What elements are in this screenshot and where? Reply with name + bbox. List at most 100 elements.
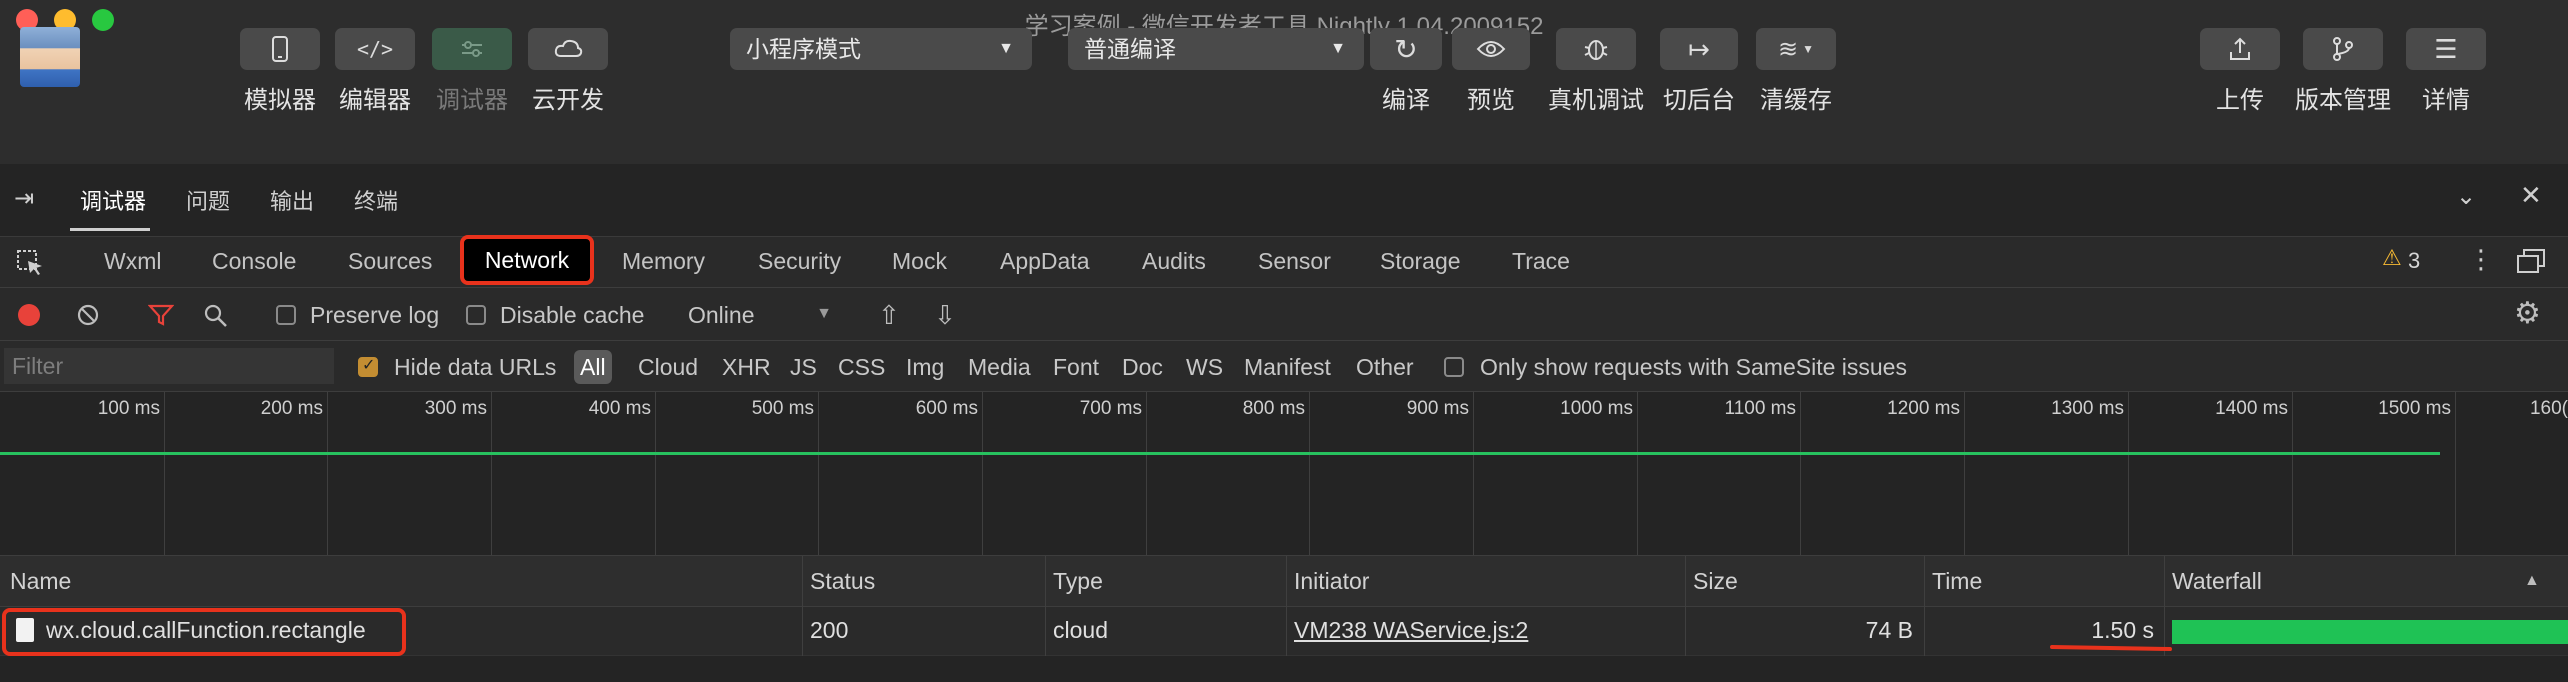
tab-debugger[interactable]: 调试器 <box>80 184 146 216</box>
tab-problems[interactable]: 问题 <box>186 184 230 216</box>
real-device-debug-button[interactable] <box>1556 28 1636 70</box>
filter-input[interactable] <box>4 348 334 384</box>
dock-side-icon[interactable]: ⇥ <box>14 184 34 213</box>
close-icon[interactable]: ✕ <box>2520 180 2542 211</box>
tab-sources[interactable]: Sources <box>348 248 432 275</box>
timeline-tick-label: 200 ms <box>260 398 323 419</box>
column-initiator[interactable]: Initiator <box>1294 568 1369 595</box>
preserve-log-checkbox[interactable] <box>276 305 296 325</box>
column-waterfall[interactable]: Waterfall <box>2172 568 2262 595</box>
export-har-icon[interactable]: ⇩ <box>934 300 956 331</box>
filter-type-css[interactable]: CSS <box>838 354 885 381</box>
filter-type-ws[interactable]: WS <box>1186 354 1223 381</box>
tab-sensor[interactable]: Sensor <box>1258 248 1331 275</box>
column-name[interactable]: Name <box>10 568 71 595</box>
tab-memory[interactable]: Memory <box>622 248 705 275</box>
import-har-icon[interactable]: ⇧ <box>878 300 900 331</box>
filter-type-media[interactable]: Media <box>968 354 1031 381</box>
filter-type-font[interactable]: Font <box>1053 354 1099 381</box>
timeline-tick-label: 1400 ms <box>2215 398 2288 419</box>
disable-cache-checkbox[interactable] <box>466 305 486 325</box>
timeline-tick-label: 300 ms <box>424 398 487 419</box>
debugger-button[interactable] <box>432 28 512 70</box>
timeline-tick-label: 100 ms <box>97 398 160 419</box>
tab-output[interactable]: 输出 <box>270 184 314 216</box>
mode-select-value: 小程序模式 <box>746 36 861 62</box>
timeline-gridline <box>327 392 328 555</box>
phone-icon <box>272 36 288 62</box>
collapse-icon[interactable]: ⌄ <box>2456 182 2476 211</box>
column-status[interactable]: Status <box>810 568 875 595</box>
inspect-element-icon[interactable] <box>16 249 44 277</box>
waterfall-timing-bar[interactable] <box>2172 620 2568 644</box>
column-size[interactable]: Size <box>1693 568 1738 595</box>
tab-terminal[interactable]: 终端 <box>354 184 398 216</box>
debugger-label: 调试器 <box>436 87 508 114</box>
version-management-button[interactable] <box>2303 28 2383 70</box>
background-button[interactable]: ↦ <box>1660 28 1738 70</box>
filter-type-cloud[interactable]: Cloud <box>638 354 698 381</box>
avatar[interactable] <box>20 27 80 87</box>
upload-button[interactable] <box>2200 28 2280 70</box>
clear-cache-button[interactable]: ≋ ▼ <box>1756 28 1836 70</box>
settings-gear-icon[interactable]: ⚙ <box>2514 296 2541 331</box>
preview-button[interactable] <box>1452 28 1530 70</box>
simulator-label: 模拟器 <box>244 87 316 114</box>
clear-cache-label: 清缓存 <box>1760 87 1832 114</box>
timeline-tick-label: 900 ms <box>1406 398 1469 419</box>
mode-select[interactable]: 小程序模式 ▼ <box>730 28 1032 70</box>
sliders-icon <box>462 41 482 57</box>
samesite-checkbox[interactable] <box>1444 357 1464 377</box>
warning-icon[interactable]: ⚠ <box>2382 245 2402 271</box>
tab-network[interactable]: Network <box>460 235 594 285</box>
column-type[interactable]: Type <box>1053 568 1103 595</box>
compile-button[interactable]: ↻ <box>1370 28 1442 70</box>
filter-type-other[interactable]: Other <box>1356 354 1414 381</box>
details-button[interactable]: ☰ <box>2406 28 2486 70</box>
record-button[interactable] <box>18 304 40 326</box>
tab-wxml[interactable]: Wxml <box>104 248 161 275</box>
column-time[interactable]: Time <box>1932 568 1982 595</box>
tab-mock[interactable]: Mock <box>892 248 947 275</box>
sort-ascending-icon[interactable]: ▲ <box>2524 572 2540 590</box>
compile-mode-select[interactable]: 普通编译 ▼ <box>1068 28 1364 70</box>
checkmark-icon: ✓ <box>362 357 376 374</box>
filter-type-img[interactable]: Img <box>906 354 944 381</box>
tab-storage[interactable]: Storage <box>1380 248 1461 275</box>
compile-mode-value: 普通编译 <box>1084 36 1176 62</box>
search-icon[interactable] <box>204 304 228 328</box>
tab-appdata[interactable]: AppData <box>1000 248 1090 275</box>
timeline-tick-label: 1000 ms <box>1560 398 1633 419</box>
tab-security[interactable]: Security <box>758 248 841 275</box>
more-options-icon[interactable]: ⋮ <box>2468 244 2494 275</box>
request-initiator-link[interactable]: VM238 WAService.js:2 <box>1294 617 1528 644</box>
throttling-select[interactable]: Online ▼ <box>688 302 836 329</box>
filter-type-xhr[interactable]: XHR <box>722 354 771 381</box>
timeline-tick-label: 400 ms <box>588 398 651 419</box>
caret-down-icon: ▼ <box>1330 40 1346 57</box>
timeline-tick-label: 800 ms <box>1242 398 1305 419</box>
tab-console[interactable]: Console <box>212 248 296 275</box>
filter-type-doc[interactable]: Doc <box>1122 354 1163 381</box>
cloud-dev-button[interactable] <box>528 28 608 70</box>
filter-type-manifest[interactable]: Manifest <box>1244 354 1331 381</box>
timeline-request-bar <box>0 452 2440 455</box>
timeline-gridline <box>2292 392 2293 555</box>
timeline-tick-label: 700 ms <box>1079 398 1142 419</box>
clear-icon[interactable] <box>76 303 100 327</box>
warning-count[interactable]: 3 <box>2408 248 2420 274</box>
undock-icon[interactable] <box>2516 248 2546 274</box>
tab-audits[interactable]: Audits <box>1142 248 1206 275</box>
editor-button[interactable]: </> <box>335 28 415 70</box>
timeline-gridline <box>1637 392 1638 555</box>
switch-out-icon: ↦ <box>1688 33 1710 64</box>
hide-data-urls-checkbox[interactable]: ✓ <box>358 357 378 377</box>
upload-icon <box>2230 37 2250 60</box>
filter-type-all[interactable]: All <box>580 354 606 381</box>
request-highlight-annotation <box>2 608 406 656</box>
simulator-button[interactable] <box>240 28 320 70</box>
tab-trace[interactable]: Trace <box>1512 248 1570 275</box>
filter-icon[interactable] <box>148 303 174 327</box>
preserve-log-label: Preserve log <box>310 302 440 328</box>
filter-type-js[interactable]: JS <box>790 354 817 381</box>
